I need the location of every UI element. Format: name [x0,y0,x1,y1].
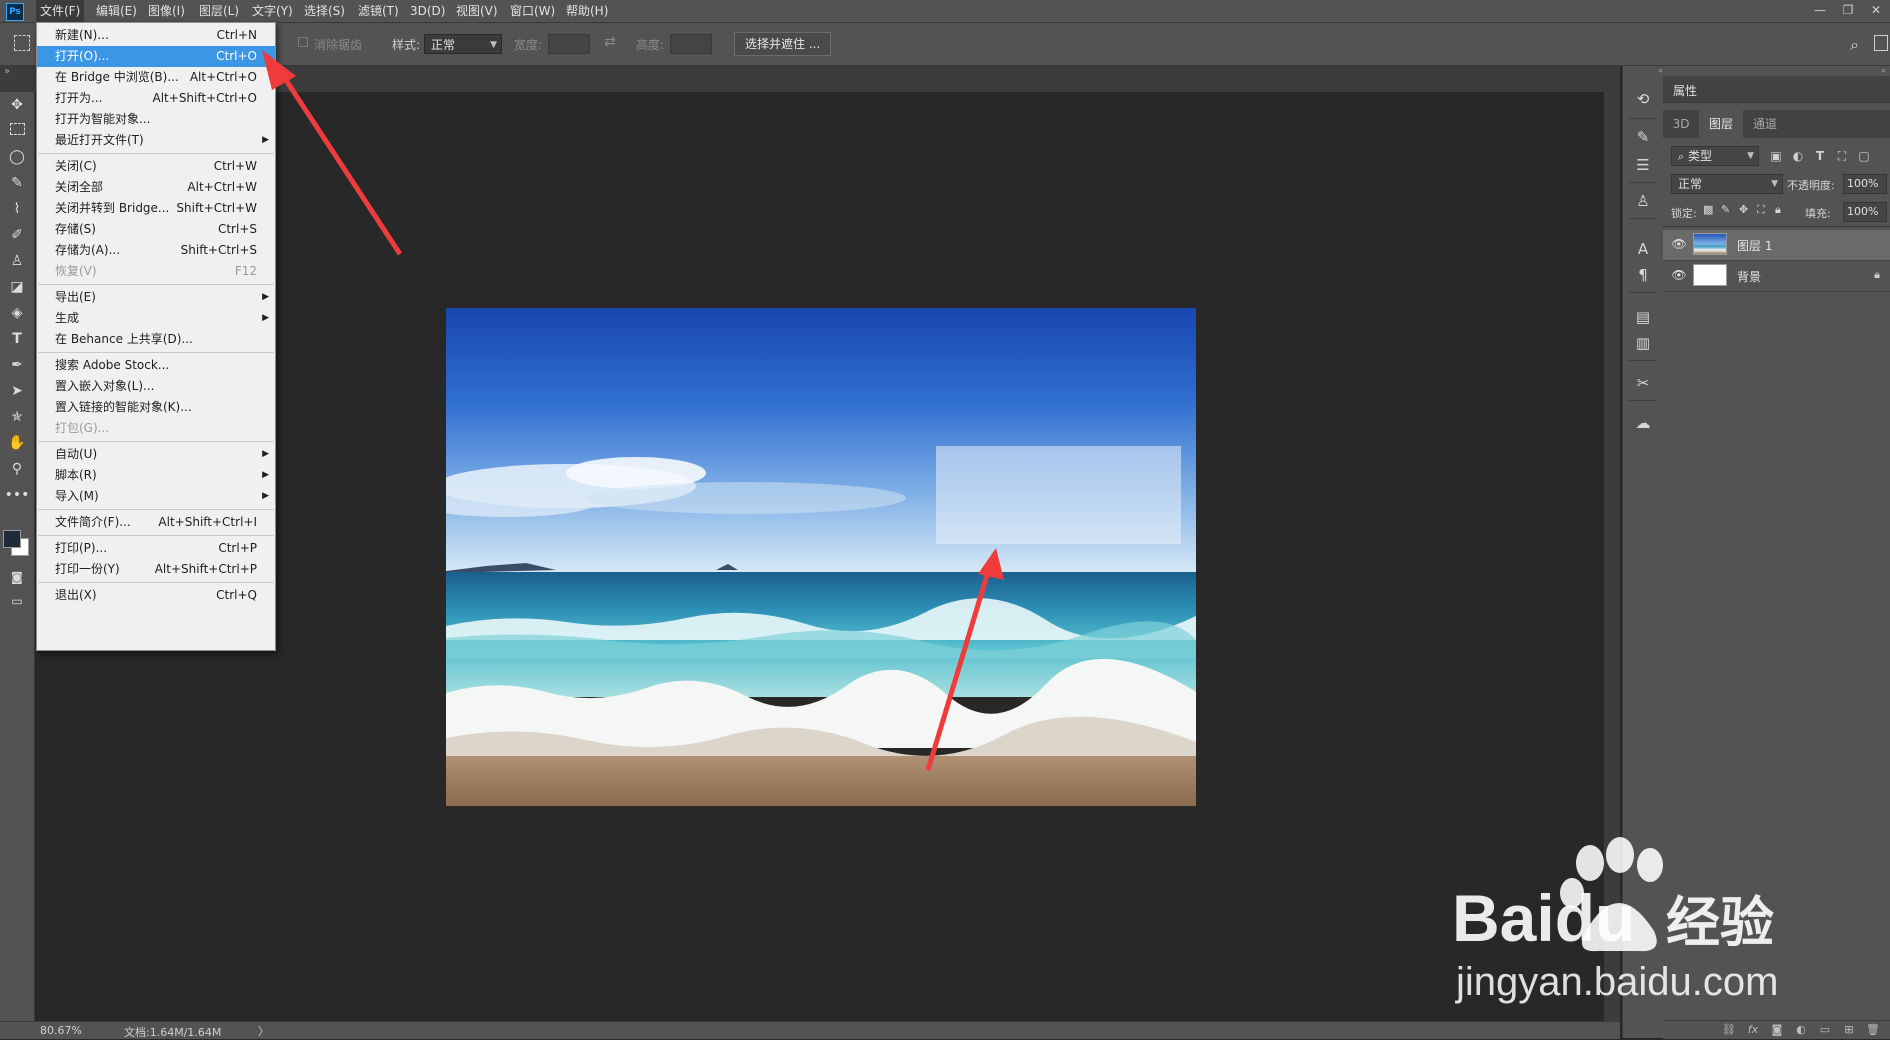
watermark-suffix: 经验 [1666,891,1774,954]
arrow-to-open-item [262,50,403,256]
arrow-to-image [925,548,1004,771]
watermark-url: jingyan.baidu.com [1455,960,1778,1004]
foreground-color-swatch[interactable] [3,530,21,548]
baidu-jingyan-watermark: Baidu 经验 jingyan.baidu.com [1448,835,1890,1035]
watermark-brand: Baidu [1452,881,1635,955]
